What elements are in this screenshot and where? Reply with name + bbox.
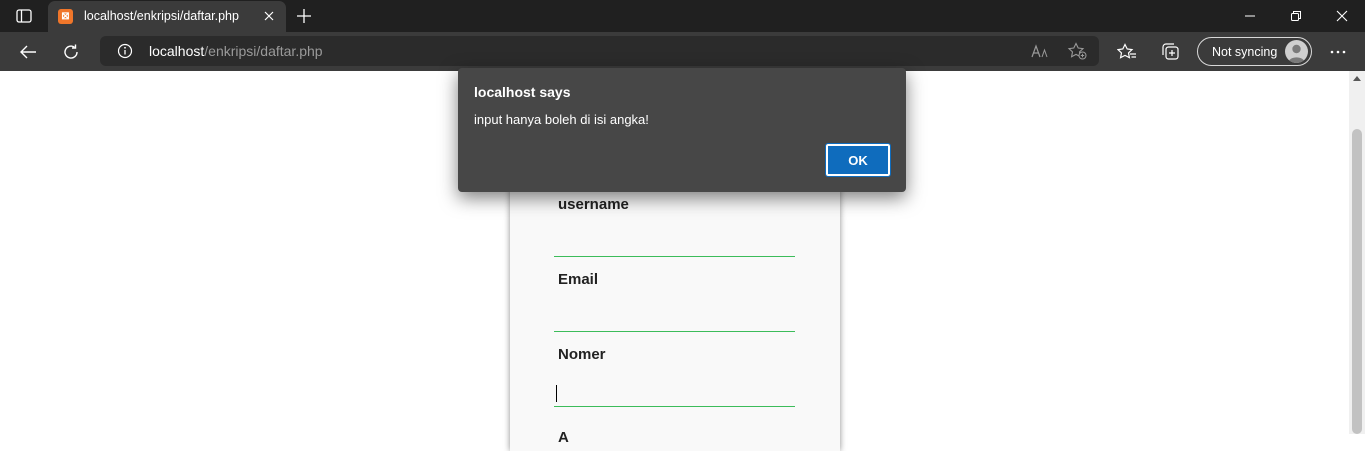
scroll-thumb[interactable] [1352,129,1362,434]
close-window-icon[interactable] [1319,0,1365,32]
profile-sync-button[interactable]: Not syncing [1197,37,1312,66]
url-host: localhost [149,43,205,59]
nomer-label: Nomer [558,346,606,363]
email-input[interactable] [554,302,795,332]
dialog-title: localhost says [474,84,571,100]
add-favorite-icon[interactable] [1065,40,1089,62]
back-icon[interactable] [12,36,44,68]
dialog-message: input hanya boleh di isi angka! [474,112,649,127]
username-input[interactable] [554,227,795,257]
minimize-icon[interactable] [1227,0,1273,32]
tab-actions-icon[interactable] [9,7,39,25]
url-path: /enkripsi/daftar.php [204,43,323,59]
collections-icon[interactable] [1155,36,1187,68]
more-icon[interactable] [1322,36,1354,68]
close-icon[interactable] [261,8,277,24]
scroll-up-arrow-icon[interactable] [1353,76,1361,81]
url-text[interactable]: localhost/enkripsi/daftar.php [149,43,323,59]
alert-dialog: localhost says input hanya boleh di isi … [458,68,906,192]
ok-button[interactable]: OK [825,143,891,177]
browser-tab[interactable]: ⊠ localhost/enkripsi/daftar.php [48,1,286,32]
new-tab-icon[interactable] [294,6,314,26]
avatar [1285,40,1308,63]
page-scrollbar[interactable] [1349,71,1365,434]
nomer-input[interactable] [554,377,795,407]
read-aloud-icon[interactable] [1028,40,1052,62]
next-field-label: A [558,429,569,446]
info-icon[interactable] [117,43,133,59]
restore-icon[interactable] [1273,0,1319,32]
username-label: username [558,196,629,213]
sync-label: Not syncing [1212,44,1278,59]
xampp-favicon-icon: ⊠ [58,9,73,24]
favorites-icon[interactable] [1111,36,1143,68]
browser-toolbar: localhost/enkripsi/daftar.php Not syncin… [0,32,1365,71]
tab-title: localhost/enkripsi/daftar.php [84,9,239,23]
text-caret [556,385,557,402]
email-label: Email [558,271,599,288]
address-bar[interactable]: localhost/enkripsi/daftar.php [100,36,1099,66]
refresh-icon[interactable] [55,36,87,68]
title-bar: ⊠ localhost/enkripsi/daftar.php [0,0,1365,32]
